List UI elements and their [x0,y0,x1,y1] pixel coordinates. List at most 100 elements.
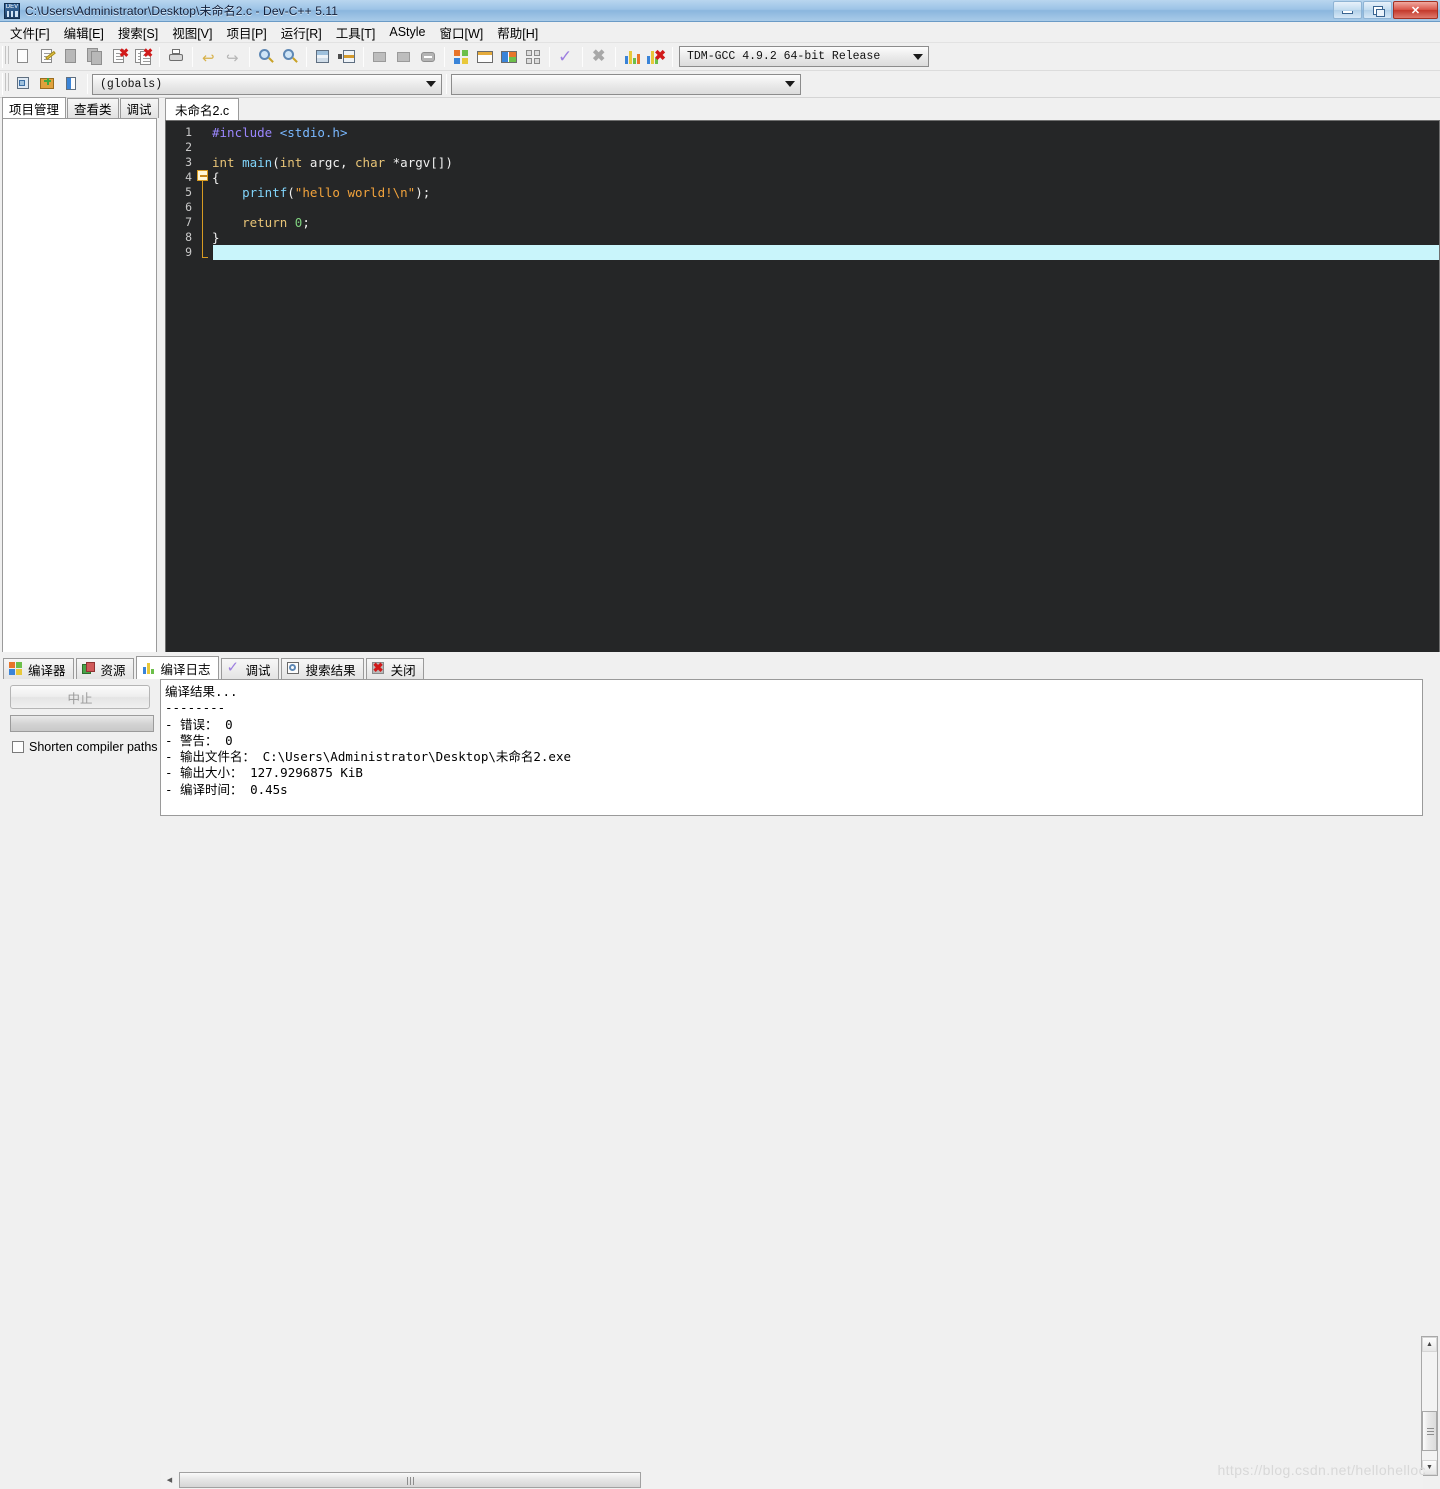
add-to-project-icon [38,75,56,93]
tab-compile-log[interactable]: 编译日志 [135,656,219,679]
tab-debug-label: 调试 [245,663,271,678]
open-file-button[interactable] [35,45,59,69]
rebuild-button[interactable] [521,45,545,69]
menu-view[interactable]: 视图[V] [165,21,219,44]
tab-resources-label: 资源 [100,663,126,678]
editor-tab-untitled2[interactable]: 未命名2.c [165,98,240,120]
code-text[interactable]: #include <stdio.h> int main(int argc, ch… [212,125,1439,260]
delete-profile-button[interactable]: ✖ [644,45,668,69]
toolbar-separator [549,46,550,67]
toggle-breakpoint-button[interactable] [416,45,440,69]
line-number-gutter: 1 2 3 4 5 6 7 8 9 [166,121,196,653]
compiler-set-select[interactable]: TDM-GCC 4.9.2 64-bit Release [679,46,929,67]
maximize-button[interactable] [1363,1,1392,19]
back-button[interactable] [368,45,392,69]
profile-button[interactable] [620,45,644,69]
forward-button[interactable] [392,45,416,69]
tab-resources[interactable]: 资源 [75,658,134,679]
syntax-check-button[interactable]: ✓ [554,45,578,69]
scope-select[interactable]: (globals) [92,73,442,95]
line-number: 7 [185,215,192,229]
back-icon [371,48,389,66]
new-project-button[interactable] [11,72,35,96]
tab-debug-browser[interactable]: 调试 [119,98,159,118]
goto-line-button[interactable] [311,45,335,69]
project-options-button[interactable] [59,72,83,96]
tab-class-browser[interactable]: 查看类 [67,98,119,118]
minimize-button[interactable] [1333,1,1362,19]
code-token: ( [272,155,280,170]
find-button[interactable] [254,45,278,69]
rebuild-icon [524,48,542,66]
print-button[interactable] [164,45,188,69]
scroll-thumb-horizontal[interactable] [179,1471,641,1488]
chevron-down-icon [426,81,436,87]
open-file-icon [38,48,56,66]
add-to-project-button[interactable] [35,72,59,96]
fold-collapse-icon[interactable] [197,170,208,181]
devcpp-app-icon: DEV [4,2,20,19]
compile-run-button[interactable] [497,45,521,69]
menu-project[interactable]: 项目[P] [219,21,273,44]
code-line: { [212,170,1439,185]
minimize-icon [1342,10,1353,14]
window-title: C:\Users\Administrator\Desktop\未命名2.c - … [25,4,339,18]
redo-button[interactable]: ↪ [221,45,245,69]
menu-astyle[interactable]: AStyle [382,23,432,41]
tab-debug[interactable]: ✓ 调试 [220,658,279,679]
toolbar-grip[interactable] [2,45,9,68]
scroll-left-arrow[interactable]: ◀ [161,1471,178,1488]
compile-icon [452,48,470,66]
main-toolbar: ✖ ✖ ↩ ↪ ✓ ✖ ✖ TDM-GCC 4.9.2 64-bit Relea… [0,43,1440,71]
stop-execution-button[interactable]: ✖ [587,45,611,69]
compile-button[interactable] [449,45,473,69]
close-button[interactable]: ✕ [1393,1,1438,19]
close-file-button[interactable]: ✖ [107,45,131,69]
log-vertical-scrollbar[interactable]: ▲ ▼ [1421,1336,1438,1476]
replace-button[interactable] [278,45,302,69]
menu-search[interactable]: 搜索[S] [111,21,165,44]
menu-file[interactable]: 文件[F] [3,21,57,44]
undo-button[interactable]: ↩ [197,45,221,69]
compiler-grid-icon [9,662,23,676]
code-editor[interactable]: 1 2 3 4 5 6 7 8 9 #include <stdio.h> int… [165,120,1440,654]
line-number: 2 [185,140,192,154]
menu-help[interactable]: 帮助[H] [490,21,545,44]
log-horizontal-scrollbar[interactable]: ◀ [161,1470,1423,1489]
scroll-thumb-vertical[interactable] [1422,1411,1437,1451]
tab-project-manager[interactable]: 项目管理 [2,97,67,118]
tab-close-panel[interactable]: ✖ 关闭 [365,658,424,679]
project-tree[interactable] [2,118,157,654]
tab-search-results[interactable]: 搜索结果 [280,658,364,679]
toggle-breakpoint-icon [419,48,437,66]
shorten-compiler-paths-checkbox[interactable] [12,741,24,753]
save-file-button[interactable] [59,45,83,69]
log-line: -------- [165,700,226,716]
menu-tools[interactable]: 工具[T] [329,21,383,44]
shorten-compiler-paths-row[interactable]: Shorten compiler paths [12,740,158,754]
toolbar-grip[interactable] [2,73,9,95]
member-select[interactable] [451,73,801,95]
abort-button[interactable]: 中止 [10,685,150,709]
goto-function-button[interactable] [335,45,359,69]
run-button[interactable] [473,45,497,69]
editor-panel: 未命名2.c 1 2 3 4 5 6 7 8 9 #include <stdio… [161,98,1440,656]
close-all-icon: ✖ [134,47,153,66]
close-all-button[interactable]: ✖ [131,45,155,69]
menu-run[interactable]: 运行[R] [274,21,329,44]
line-number: 4 [185,170,192,184]
save-all-button[interactable] [83,45,107,69]
menu-edit[interactable]: 编辑[E] [57,21,111,44]
code-folding-column[interactable] [196,121,212,653]
tab-compiler[interactable]: 编译器 [3,658,74,679]
code-line: } [212,230,1439,245]
scroll-up-arrow[interactable]: ▲ [1422,1337,1437,1352]
syntax-check-icon: ✓ [558,46,573,66]
line-number: 8 [185,230,192,244]
compile-log-output[interactable]: 编译结果... -------- - 错误： 0- 警告： 0- 输出文件名： C:… [160,679,1423,816]
close-red-icon: ✖ [371,660,384,675]
new-file-button[interactable] [11,45,35,69]
scroll-down-arrow[interactable]: ▼ [1422,1460,1437,1475]
menu-window[interactable]: 窗口[W] [433,21,491,44]
